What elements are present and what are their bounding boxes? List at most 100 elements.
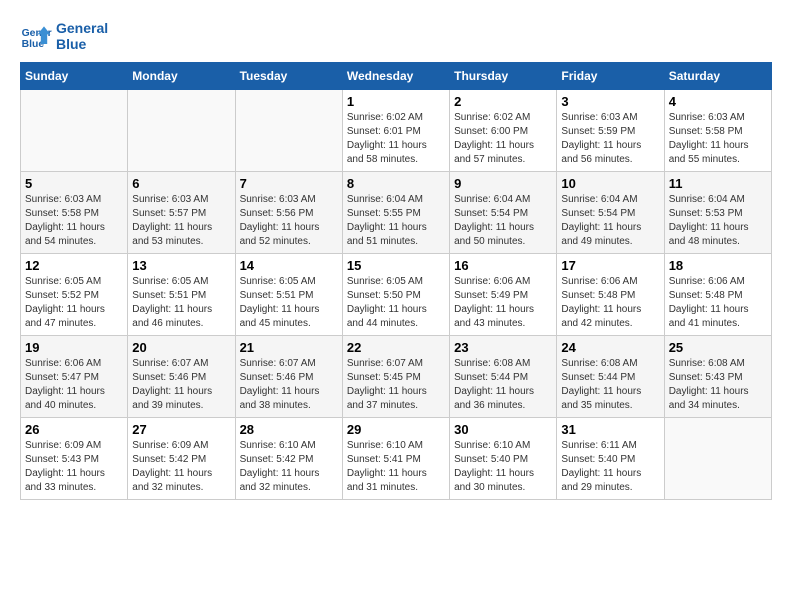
days-of-week-row: SundayMondayTuesdayWednesdayThursdayFrid… bbox=[21, 63, 772, 90]
day-number: 13 bbox=[132, 258, 230, 273]
day-info: Sunrise: 6:02 AM Sunset: 6:00 PM Dayligh… bbox=[454, 111, 552, 167]
day-number: 16 bbox=[454, 258, 552, 273]
day-number: 31 bbox=[561, 422, 659, 437]
day-number: 22 bbox=[347, 340, 445, 355]
day-cell-8: 8Sunrise: 6:04 AM Sunset: 5:55 PM Daylig… bbox=[342, 172, 449, 254]
day-number: 24 bbox=[561, 340, 659, 355]
day-cell-19: 19 Sunrise: 6:06 AM Sunset: 5:47 PM Dayli… bbox=[21, 336, 128, 418]
day-info: Sunrise: 6:02 AM Sunset: 6:01 PM Dayligh… bbox=[347, 111, 445, 167]
empty-cell bbox=[21, 90, 128, 172]
day-info: Sunrise: 6:06 AM Sunset: 5:48 PM Dayligh… bbox=[561, 275, 659, 331]
day-cell-15: 15Sunrise: 6:05 AM Sunset: 5:50 PM Dayli… bbox=[342, 254, 449, 336]
day-number: 30 bbox=[454, 422, 552, 437]
day-number: 23 bbox=[454, 340, 552, 355]
day-number: 5 bbox=[25, 176, 123, 191]
week-row-5: 26Sunrise: 6:09 AM Sunset: 5:43 PM Dayli… bbox=[21, 418, 772, 500]
empty-cell bbox=[128, 90, 235, 172]
day-cell-11: 11Sunrise: 6:04 AM Sunset: 5:53 PM Dayli… bbox=[664, 172, 771, 254]
day-cell-18: 18 Sunrise: 6:06 AM Sunset: 5:48 PM Dayli… bbox=[664, 254, 771, 336]
day-cell-16: 16 Sunrise: 6:06 AM Sunset: 5:49 PM Dayli… bbox=[450, 254, 557, 336]
day-info: Sunrise: 6:07 AM Sunset: 5:46 PM Dayligh… bbox=[132, 357, 230, 413]
day-number: 28 bbox=[240, 422, 338, 437]
day-number: 29 bbox=[347, 422, 445, 437]
day-number: 14 bbox=[240, 258, 338, 273]
day-info: Sunrise: 6:07 AM Sunset: 5:45 PM Dayligh… bbox=[347, 357, 445, 413]
day-number: 7 bbox=[240, 176, 338, 191]
day-number: 10 bbox=[561, 176, 659, 191]
day-info: Sunrise: 6:10 AM Sunset: 5:41 PM Dayligh… bbox=[347, 439, 445, 495]
day-cell-28: 28 Sunrise: 6:10 AM Sunset: 5:42 PM Dayli… bbox=[235, 418, 342, 500]
day-number: 12 bbox=[25, 258, 123, 273]
dow-header-saturday: Saturday bbox=[664, 63, 771, 90]
day-info: Sunrise: 6:05 AM Sunset: 5:51 PM Dayligh… bbox=[240, 275, 338, 331]
logo-text: GeneralBlue bbox=[56, 20, 108, 52]
dow-header-wednesday: Wednesday bbox=[342, 63, 449, 90]
day-number: 15 bbox=[347, 258, 445, 273]
day-cell-10: 10 Sunrise: 6:04 AM Sunset: 5:54 PM Dayli… bbox=[557, 172, 664, 254]
day-info: Sunrise: 6:04 AM Sunset: 5:54 PM Dayligh… bbox=[561, 193, 659, 249]
day-cell-27: 27Sunrise: 6:09 AM Sunset: 5:42 PM Dayli… bbox=[128, 418, 235, 500]
day-info: Sunrise: 6:08 AM Sunset: 5:43 PM Dayligh… bbox=[669, 357, 767, 413]
dow-header-thursday: Thursday bbox=[450, 63, 557, 90]
dow-header-sunday: Sunday bbox=[21, 63, 128, 90]
day-info: Sunrise: 6:04 AM Sunset: 5:53 PM Dayligh… bbox=[669, 193, 767, 249]
day-cell-14: 14 Sunrise: 6:05 AM Sunset: 5:51 PM Dayli… bbox=[235, 254, 342, 336]
week-row-3: 12Sunrise: 6:05 AM Sunset: 5:52 PM Dayli… bbox=[21, 254, 772, 336]
day-info: Sunrise: 6:10 AM Sunset: 5:40 PM Dayligh… bbox=[454, 439, 552, 495]
day-info: Sunrise: 6:05 AM Sunset: 5:51 PM Dayligh… bbox=[132, 275, 230, 331]
logo-icon: General Blue bbox=[20, 20, 52, 52]
empty-cell bbox=[664, 418, 771, 500]
day-info: Sunrise: 6:11 AM Sunset: 5:40 PM Dayligh… bbox=[561, 439, 659, 495]
day-info: Sunrise: 6:09 AM Sunset: 5:42 PM Dayligh… bbox=[132, 439, 230, 495]
day-info: Sunrise: 6:06 AM Sunset: 5:48 PM Dayligh… bbox=[669, 275, 767, 331]
day-number: 18 bbox=[669, 258, 767, 273]
day-cell-9: 9Sunrise: 6:04 AM Sunset: 5:54 PM Daylig… bbox=[450, 172, 557, 254]
day-info: Sunrise: 6:04 AM Sunset: 5:55 PM Dayligh… bbox=[347, 193, 445, 249]
calendar-table: SundayMondayTuesdayWednesdayThursdayFrid… bbox=[20, 62, 772, 500]
day-info: Sunrise: 6:07 AM Sunset: 5:46 PM Dayligh… bbox=[240, 357, 338, 413]
day-number: 2 bbox=[454, 94, 552, 109]
day-cell-7: 7 Sunrise: 6:03 AM Sunset: 5:56 PM Daylig… bbox=[235, 172, 342, 254]
day-number: 3 bbox=[561, 94, 659, 109]
day-info: Sunrise: 6:06 AM Sunset: 5:49 PM Dayligh… bbox=[454, 275, 552, 331]
day-number: 21 bbox=[240, 340, 338, 355]
day-cell-5: 5 Sunrise: 6:03 AM Sunset: 5:58 PM Daylig… bbox=[21, 172, 128, 254]
day-number: 4 bbox=[669, 94, 767, 109]
day-info: Sunrise: 6:08 AM Sunset: 5:44 PM Dayligh… bbox=[454, 357, 552, 413]
day-info: Sunrise: 6:03 AM Sunset: 5:58 PM Dayligh… bbox=[669, 111, 767, 167]
day-cell-31: 31 Sunrise: 6:11 AM Sunset: 5:40 PM Dayli… bbox=[557, 418, 664, 500]
day-info: Sunrise: 6:04 AM Sunset: 5:54 PM Dayligh… bbox=[454, 193, 552, 249]
day-cell-6: 6Sunrise: 6:03 AM Sunset: 5:57 PM Daylig… bbox=[128, 172, 235, 254]
day-number: 25 bbox=[669, 340, 767, 355]
day-info: Sunrise: 6:03 AM Sunset: 5:59 PM Dayligh… bbox=[561, 111, 659, 167]
day-info: Sunrise: 6:03 AM Sunset: 5:57 PM Dayligh… bbox=[132, 193, 230, 249]
day-info: Sunrise: 6:08 AM Sunset: 5:44 PM Dayligh… bbox=[561, 357, 659, 413]
day-info: Sunrise: 6:10 AM Sunset: 5:42 PM Dayligh… bbox=[240, 439, 338, 495]
day-cell-29: 29 Sunrise: 6:10 AM Sunset: 5:41 PM Dayli… bbox=[342, 418, 449, 500]
day-cell-22: 22 Sunrise: 6:07 AM Sunset: 5:45 PM Dayli… bbox=[342, 336, 449, 418]
dow-header-monday: Monday bbox=[128, 63, 235, 90]
day-cell-4: 4 Sunrise: 6:03 AM Sunset: 5:58 PM Daylig… bbox=[664, 90, 771, 172]
day-cell-17: 17 Sunrise: 6:06 AM Sunset: 5:48 PM Dayli… bbox=[557, 254, 664, 336]
day-info: Sunrise: 6:03 AM Sunset: 5:58 PM Dayligh… bbox=[25, 193, 123, 249]
day-cell-3: 3 Sunrise: 6:03 AM Sunset: 5:59 PM Daylig… bbox=[557, 90, 664, 172]
day-cell-1: 1 Sunrise: 6:02 AM Sunset: 6:01 PM Daylig… bbox=[342, 90, 449, 172]
day-number: 1 bbox=[347, 94, 445, 109]
day-info: Sunrise: 6:06 AM Sunset: 5:47 PM Dayligh… bbox=[25, 357, 123, 413]
day-cell-21: 21 Sunrise: 6:07 AM Sunset: 5:46 PM Dayli… bbox=[235, 336, 342, 418]
page-header: General Blue GeneralBlue bbox=[20, 20, 772, 52]
day-cell-13: 13 Sunrise: 6:05 AM Sunset: 5:51 PM Dayli… bbox=[128, 254, 235, 336]
week-row-1: 1 Sunrise: 6:02 AM Sunset: 6:01 PM Daylig… bbox=[21, 90, 772, 172]
day-cell-25: 25 Sunrise: 6:08 AM Sunset: 5:43 PM Dayli… bbox=[664, 336, 771, 418]
day-number: 17 bbox=[561, 258, 659, 273]
week-row-4: 19 Sunrise: 6:06 AM Sunset: 5:47 PM Dayli… bbox=[21, 336, 772, 418]
day-cell-26: 26Sunrise: 6:09 AM Sunset: 5:43 PM Dayli… bbox=[21, 418, 128, 500]
logo: General Blue GeneralBlue bbox=[20, 20, 108, 52]
day-cell-30: 30 Sunrise: 6:10 AM Sunset: 5:40 PM Dayli… bbox=[450, 418, 557, 500]
day-info: Sunrise: 6:03 AM Sunset: 5:56 PM Dayligh… bbox=[240, 193, 338, 249]
empty-cell bbox=[235, 90, 342, 172]
day-number: 19 bbox=[25, 340, 123, 355]
dow-header-friday: Friday bbox=[557, 63, 664, 90]
dow-header-tuesday: Tuesday bbox=[235, 63, 342, 90]
day-number: 20 bbox=[132, 340, 230, 355]
